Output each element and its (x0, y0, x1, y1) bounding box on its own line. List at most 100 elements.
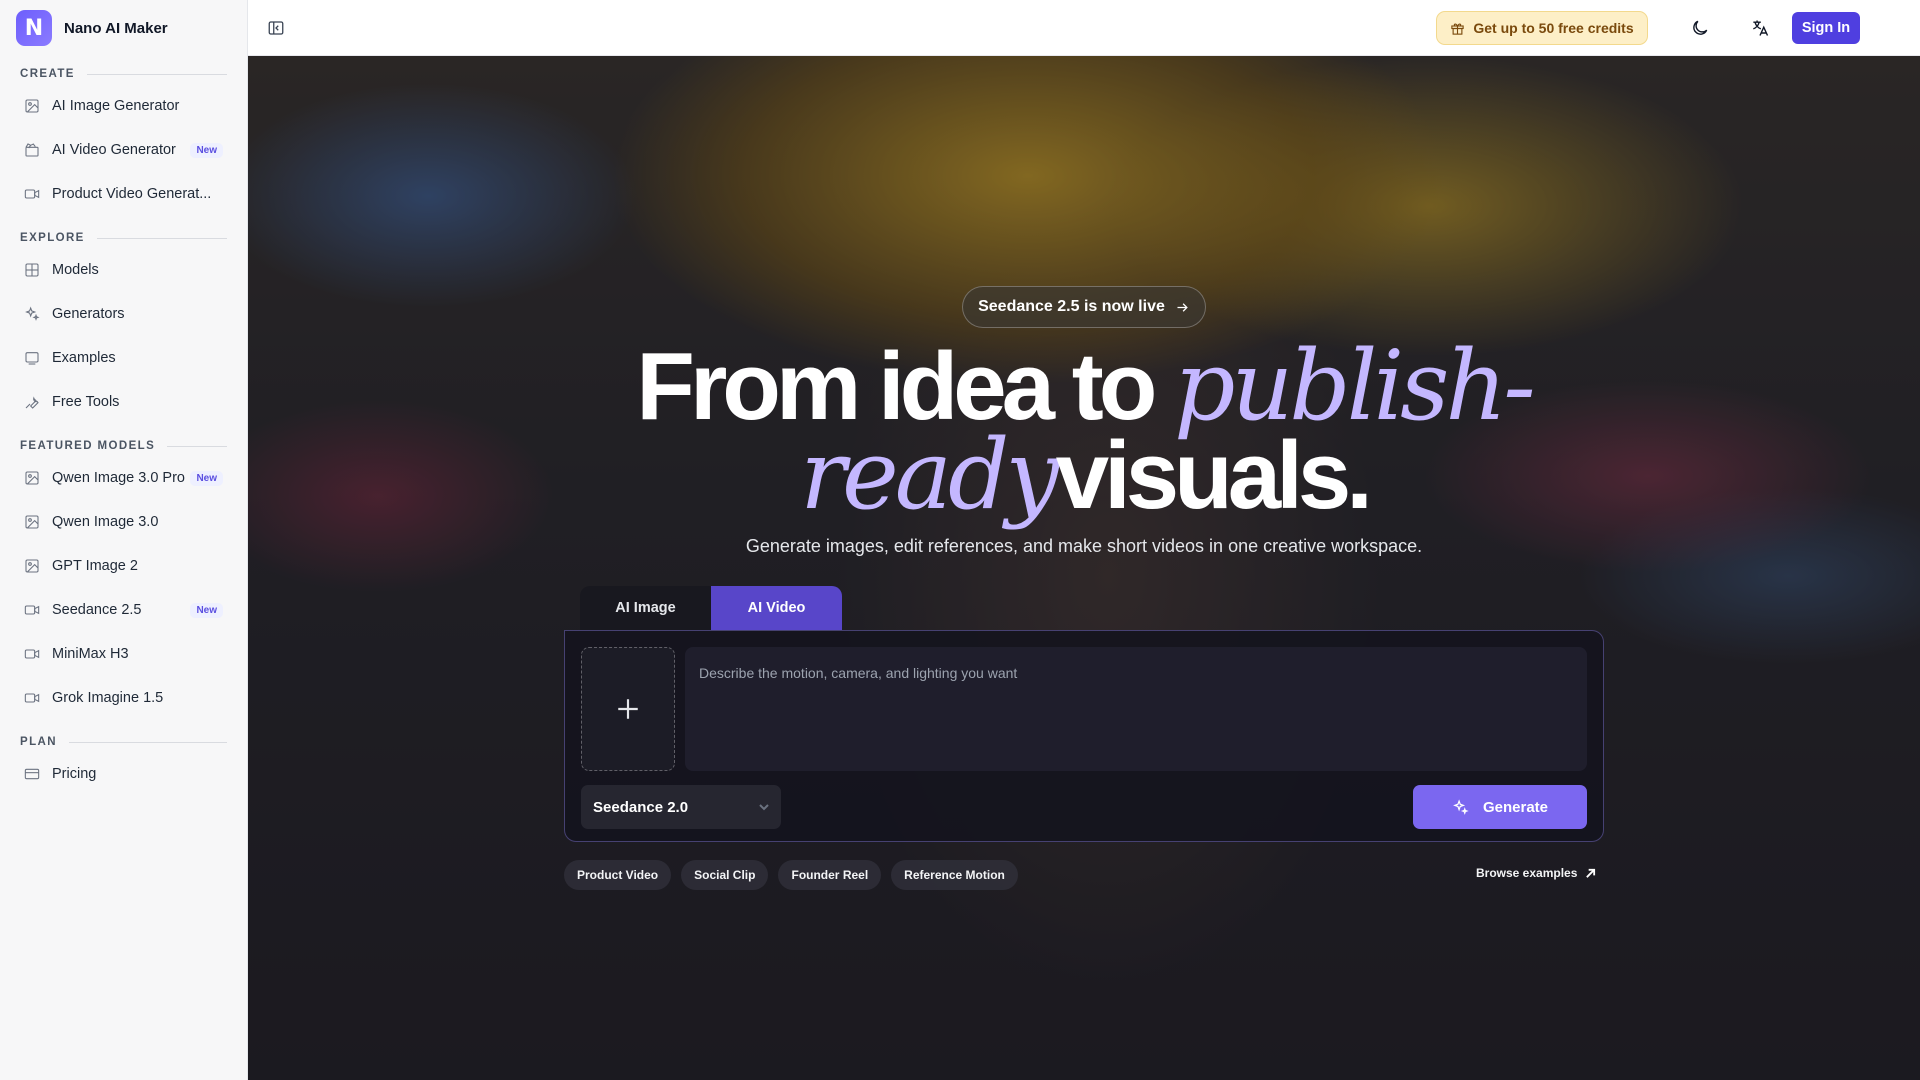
sidebar-item-qwen-image-3-0[interactable]: Qwen Image 3.0 (20, 500, 227, 544)
sidebar-item-pricing[interactable]: Pricing (20, 752, 227, 796)
hero-headline: From idea to publish- readyvisuals. (548, 338, 1620, 524)
sign-in-button[interactable]: Sign In (1792, 12, 1860, 44)
model-select[interactable]: Seedance 2.0 (581, 785, 781, 829)
divider (86, 73, 227, 75)
announcement-text: Seedance 2.5 is now live (978, 298, 1165, 315)
sidebar-section-title: EXPLORE (20, 228, 227, 248)
sidebar-collapse-icon[interactable] (264, 16, 288, 40)
sidebar-item-label: Generators (52, 306, 125, 322)
image-edit-icon (24, 98, 40, 114)
plus-icon (618, 699, 638, 719)
wrench-icon (24, 394, 40, 410)
prompt-input[interactable] (685, 647, 1587, 771)
sidebar-section-title-text: FEATURED MODELS (20, 440, 156, 452)
sidebar-section-title-text: PLAN (20, 736, 57, 748)
generate-label: Generate (1482, 798, 1549, 816)
sidebar-item-label: Seedance 2.5 (52, 602, 142, 618)
sidebar-item-label: Pricing (52, 766, 97, 782)
new-badge: New (190, 470, 223, 486)
sidebar-nav: CREATE AI Image Generator AI Video Generat… (0, 64, 247, 796)
free-credits-label: Get up to 50 free credits (1473, 20, 1634, 36)
sidebar-section-title: PLAN (20, 732, 227, 752)
sidebar-item-label: Models (52, 262, 99, 278)
arrow-up-right-icon (1586, 868, 1596, 878)
sidebar-item-label: Qwen Image 3.0 (52, 514, 159, 530)
sidebar-item-gpt-image-2[interactable]: GPT Image 2 (20, 544, 227, 588)
chevron-down-icon (759, 804, 769, 811)
browse-examples-link[interactable]: Browse examples (1476, 866, 1596, 880)
clapperboard-icon (24, 142, 40, 158)
sidebar-item-minimax-h3[interactable]: MiniMax H3 (20, 632, 227, 676)
main-area: Get up to 50 free credits Sign In Seedan… (248, 0, 1920, 1080)
sidebar-item-label: Grok Imagine 1.5 (52, 690, 164, 706)
sidebar-section-title: CREATE (20, 64, 227, 84)
tab-ai-video[interactable]: AI Video (711, 586, 842, 630)
sidebar-section-plan: PLAN Pricing (0, 732, 247, 796)
preset-chips: Product Video Social Clip Founder Reel R… (564, 860, 1018, 890)
sidebar-item-label: Qwen Image 3.0 Pro (52, 470, 185, 486)
sidebar-item-generators[interactable]: Generators (20, 292, 227, 336)
sidebar-item-label: Product Video Generat... (52, 186, 212, 202)
sidebar-section-title-text: EXPLORE (20, 232, 85, 244)
tab-ai-image[interactable]: AI Image (580, 586, 711, 630)
browse-examples-label: Browse examples (1476, 866, 1578, 880)
chip-reference-motion[interactable]: Reference Motion (891, 860, 1018, 890)
announcement-pill[interactable]: Seedance 2.5 is now live (962, 286, 1206, 328)
brand[interactable]: N Nano AI Maker (0, 0, 247, 56)
generate-button[interactable]: Generate (1413, 785, 1587, 829)
video-camera-icon (24, 690, 40, 706)
chip-social-clip[interactable]: Social Clip (681, 860, 769, 890)
sidebar-section-title-text: CREATE (20, 68, 75, 80)
chip-product-video[interactable]: Product Video (564, 860, 672, 890)
headline-part2: visuals. (1055, 422, 1373, 529)
image-icon (24, 470, 40, 486)
sidebar-item-seedance-2-5[interactable]: Seedance 2.5 New (20, 588, 227, 632)
free-credits-button[interactable]: Get up to 50 free credits (1436, 11, 1648, 45)
upload-reference-button[interactable] (581, 647, 675, 771)
model-select-value: Seedance 2.0 (593, 798, 689, 816)
sidebar-item-product-video-generat[interactable]: Product Video Generat... (20, 172, 227, 216)
mode-tabs: AI Image AI Video (580, 586, 842, 630)
sidebar-section-explore: EXPLORE Models Generators Examples Free Tool… (0, 228, 247, 424)
gallery-icon (24, 350, 40, 366)
sidebar-item-label: Free Tools (52, 394, 120, 410)
top-bar: Get up to 50 free credits Sign In (248, 0, 1920, 56)
credit-card-icon (24, 766, 40, 782)
video-camera-icon (24, 646, 40, 662)
chip-founder-reel[interactable]: Founder Reel (778, 860, 882, 890)
sparkles-icon (1453, 798, 1469, 815)
sidebar-item-ai-image-generator[interactable]: AI Image Generator (20, 84, 227, 128)
grid-icon (24, 262, 40, 278)
sidebar: N Nano AI Maker CREATE AI Image Generator… (0, 0, 248, 1080)
hero-section: Seedance 2.5 is now live From idea to pu… (248, 56, 1920, 1080)
moon-icon[interactable] (1688, 16, 1712, 40)
image-icon (24, 514, 40, 530)
gift-icon (1451, 23, 1465, 35)
sidebar-item-qwen-image-3-0-pro[interactable]: Qwen Image 3.0 Pro New (20, 456, 227, 500)
sidebar-item-label: MiniMax H3 (52, 646, 129, 662)
sidebar-item-grok-imagine-1-5[interactable]: Grok Imagine 1.5 (20, 676, 227, 720)
prompt-composer: Seedance 2.0 Generate (564, 630, 1604, 842)
video-camera-icon (24, 186, 40, 202)
sidebar-item-label: AI Video Generator (52, 142, 176, 158)
headline-accent-2: ready (800, 419, 1060, 531)
divider (96, 237, 227, 239)
image-icon (24, 558, 40, 574)
sparkles-icon (24, 306, 40, 322)
divider (68, 741, 227, 743)
sidebar-item-models[interactable]: Models (20, 248, 227, 292)
sidebar-section-featured-models: FEATURED MODELS Qwen Image 3.0 Pro New Qwen… (0, 436, 247, 720)
sidebar-item-label: AI Image Generator (52, 98, 180, 114)
arrow-right-icon (1177, 302, 1188, 312)
translate-icon[interactable] (1748, 16, 1772, 40)
sidebar-section-create: CREATE AI Image Generator AI Video Generat… (0, 64, 247, 216)
video-camera-icon (24, 602, 40, 618)
sidebar-item-examples[interactable]: Examples (20, 336, 227, 380)
sidebar-item-label: Examples (52, 350, 116, 366)
brand-name: Nano AI Maker (64, 19, 168, 37)
new-badge: New (190, 142, 223, 158)
sidebar-item-ai-video-generator[interactable]: AI Video Generator New (20, 128, 227, 172)
sidebar-section-title: FEATURED MODELS (20, 436, 227, 456)
hero-subheadline: Generate images, edit references, and ma… (745, 536, 1423, 556)
sidebar-item-free-tools[interactable]: Free Tools (20, 380, 227, 424)
